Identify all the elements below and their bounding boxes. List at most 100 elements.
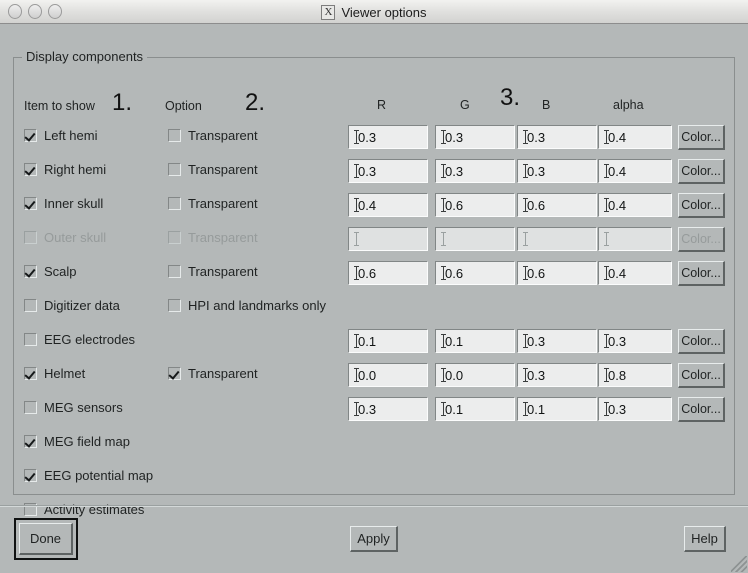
b-input-helmet[interactable]: 0.3 (517, 363, 597, 387)
alpha-input-scalp[interactable]: 0.4 (598, 261, 672, 285)
table-row: Activity estimates (0, 494, 748, 528)
text-caret-icon (604, 164, 609, 178)
option-checkbox-left-hemi[interactable]: Transparent (168, 128, 258, 143)
window-titlebar: X Viewer options (0, 0, 748, 24)
color-button-helmet[interactable]: Color... (678, 363, 725, 388)
column-header-r: R (377, 98, 387, 112)
column-header-g: G (460, 98, 470, 112)
color-button-eeg-electrodes[interactable]: Color... (678, 329, 725, 354)
checkbox-label: Transparent (188, 264, 258, 279)
r-input-eeg-electrodes[interactable]: 0.1 (348, 329, 428, 353)
viewer-options-window: X Viewer options Display components Item… (0, 0, 748, 573)
done-button[interactable]: Done (19, 523, 73, 555)
color-button-scalp[interactable]: Color... (678, 261, 725, 286)
input-value: 0.6 (527, 265, 546, 281)
option-checkbox-inner-skull[interactable]: Transparent (168, 196, 258, 211)
b-input-inner-skull[interactable]: 0.6 (517, 193, 597, 217)
resize-grip-icon[interactable] (731, 556, 747, 572)
color-button-inner-skull[interactable]: Color... (678, 193, 725, 218)
g-input-scalp[interactable]: 0.6 (435, 261, 515, 285)
text-caret-icon (523, 402, 528, 416)
g-input-helmet[interactable]: 0.0 (435, 363, 515, 387)
text-caret-icon (604, 232, 609, 246)
text-caret-icon (441, 130, 446, 144)
checkbox-label: EEG electrodes (44, 332, 136, 347)
text-caret-icon (441, 164, 446, 178)
table-row: EEG potential map (0, 460, 748, 494)
r-input-left-hemi[interactable]: 0.3 (348, 125, 428, 149)
checkbox-label: Scalp (44, 264, 77, 279)
item-checkbox-scalp[interactable]: Scalp (24, 264, 77, 279)
alpha-input-right-hemi[interactable]: 0.4 (598, 159, 672, 183)
input-value: 0.4 (358, 197, 377, 213)
checkbox-indicator (24, 197, 37, 210)
option-checkbox-right-hemi[interactable]: Transparent (168, 162, 258, 177)
g-input-right-hemi[interactable]: 0.3 (435, 159, 515, 183)
input-value: 0.3 (358, 129, 377, 145)
color-button-meg-sensors[interactable]: Color... (678, 397, 725, 422)
item-checkbox-meg-sensors[interactable]: MEG sensors (24, 400, 123, 415)
text-caret-icon (604, 402, 609, 416)
text-caret-icon (441, 402, 446, 416)
table-row: Helmet Transparent 0.0 0.0 0.3 0.8 Color... (0, 358, 748, 392)
b-input-eeg-electrodes[interactable]: 0.3 (517, 329, 597, 353)
item-checkbox-helmet[interactable]: Helmet (24, 366, 85, 381)
input-value: 0.6 (445, 197, 464, 213)
color-button-left-hemi[interactable]: Color... (678, 125, 725, 150)
alpha-input-helmet[interactable]: 0.8 (598, 363, 672, 387)
column-header-item: Item to show (24, 99, 95, 113)
help-button[interactable]: Help (684, 526, 726, 552)
b-input-scalp[interactable]: 0.6 (517, 261, 597, 285)
item-checkbox-digitizer-data[interactable]: Digitizer data (24, 298, 120, 313)
window-title-area: X Viewer options (0, 0, 748, 24)
item-checkbox-meg-field-map[interactable]: MEG field map (24, 434, 130, 449)
option-checkbox-scalp[interactable]: Transparent (168, 264, 258, 279)
text-caret-icon (354, 266, 359, 280)
text-caret-icon (441, 368, 446, 382)
item-checkbox-inner-skull[interactable]: Inner skull (24, 196, 103, 211)
alpha-input-eeg-electrodes[interactable]: 0.3 (598, 329, 672, 353)
alpha-input-meg-sensors[interactable]: 0.3 (598, 397, 672, 421)
x11-app-icon: X (321, 4, 336, 20)
checkbox-label: Left hemi (44, 128, 98, 143)
done-button-default-frame: Done (14, 518, 78, 560)
b-input-meg-sensors[interactable]: 0.1 (517, 397, 597, 421)
r-input-helmet[interactable]: 0.0 (348, 363, 428, 387)
checkbox-indicator (168, 265, 181, 278)
checkbox-label: MEG field map (44, 434, 130, 449)
r-input-scalp[interactable]: 0.6 (348, 261, 428, 285)
g-input-outer-skull (435, 227, 515, 251)
checkbox-label: Inner skull (44, 196, 104, 211)
text-caret-icon (354, 368, 359, 382)
g-input-left-hemi[interactable]: 0.3 (435, 125, 515, 149)
alpha-input-left-hemi[interactable]: 0.4 (598, 125, 672, 149)
r-input-inner-skull[interactable]: 0.4 (348, 193, 428, 217)
table-row: MEG field map (0, 426, 748, 460)
g-input-meg-sensors[interactable]: 0.1 (435, 397, 515, 421)
option-checkbox-digitizer-data[interactable]: HPI and landmarks only (168, 298, 326, 313)
checkbox-label: Transparent (188, 162, 258, 177)
checkbox-indicator (24, 299, 37, 312)
text-caret-icon (604, 334, 609, 348)
checkbox-indicator (168, 231, 181, 244)
r-input-meg-sensors[interactable]: 0.3 (348, 397, 428, 421)
text-caret-icon (354, 334, 359, 348)
table-row: MEG sensors 0.3 0.1 0.1 0.3 Color... (0, 392, 748, 426)
r-input-right-hemi[interactable]: 0.3 (348, 159, 428, 183)
g-input-inner-skull[interactable]: 0.6 (435, 193, 515, 217)
dialog-body: Display components Item to show Option R… (0, 24, 748, 573)
color-button-right-hemi[interactable]: Color... (678, 159, 725, 184)
item-checkbox-left-hemi[interactable]: Left hemi (24, 128, 97, 143)
apply-button[interactable]: Apply (350, 526, 398, 552)
table-row: Inner skull Transparent 0.4 0.6 0.6 0.4 Color.… (0, 188, 748, 222)
b-input-right-hemi[interactable]: 0.3 (517, 159, 597, 183)
item-checkbox-eeg-potential-map[interactable]: EEG potential map (24, 468, 153, 483)
option-checkbox-helmet[interactable]: Transparent (168, 366, 258, 381)
alpha-input-inner-skull[interactable]: 0.4 (598, 193, 672, 217)
item-checkbox-right-hemi[interactable]: Right hemi (24, 162, 106, 177)
display-components-legend: Display components (22, 49, 148, 64)
item-checkbox-eeg-electrodes[interactable]: EEG electrodes (24, 332, 135, 347)
text-caret-icon (354, 402, 359, 416)
b-input-left-hemi[interactable]: 0.3 (517, 125, 597, 149)
g-input-eeg-electrodes[interactable]: 0.1 (435, 329, 515, 353)
